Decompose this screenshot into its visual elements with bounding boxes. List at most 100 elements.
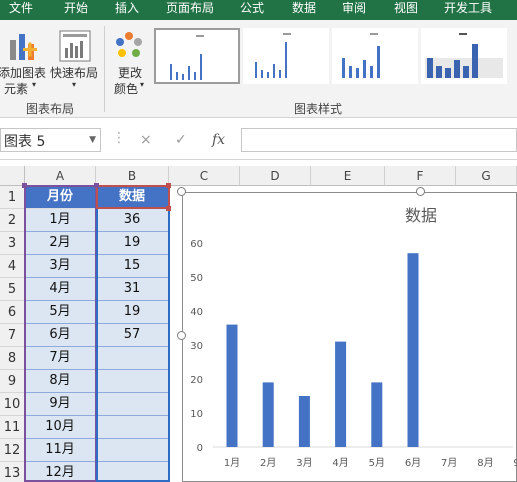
tab-insert[interactable]: 插入 xyxy=(115,0,139,20)
chevron-down-icon: ▾ xyxy=(32,80,37,89)
cell-value[interactable]: 19 xyxy=(96,301,169,324)
y-tick-label: 0 xyxy=(197,443,203,454)
group-label-chart-layout: 图表布局 xyxy=(26,102,75,116)
row-header-12[interactable]: 12 xyxy=(0,439,25,462)
y-tick-label: 30 xyxy=(190,341,203,352)
cell-value[interactable] xyxy=(96,462,169,482)
range-handle[interactable] xyxy=(166,183,171,188)
chart-style-2[interactable] xyxy=(243,28,329,84)
color-palette-icon xyxy=(116,32,142,57)
cell-a1-header[interactable]: 月份 xyxy=(25,186,96,209)
cell-value[interactable]: 19 xyxy=(96,232,169,255)
cell-month[interactable]: 7月 xyxy=(25,347,96,370)
column-header-c[interactable]: C xyxy=(169,166,240,186)
cell-value[interactable]: 15 xyxy=(96,255,169,278)
row-header-5[interactable]: 5 xyxy=(0,278,25,301)
chevron-down-icon: ▾ xyxy=(72,80,77,89)
column-header-a[interactable]: A xyxy=(25,166,96,186)
tab-page-layout[interactable]: 页面布局 xyxy=(166,0,214,20)
bar xyxy=(226,324,238,447)
cell-month[interactable]: 11月 xyxy=(25,439,96,462)
cell-month[interactable]: 5月 xyxy=(25,301,96,324)
chart-resize-handle-top-left[interactable] xyxy=(177,187,186,196)
tab-review[interactable]: 审阅 xyxy=(342,0,366,20)
cell-month[interactable]: 2月 xyxy=(25,232,96,255)
row-header-9[interactable]: 9 xyxy=(0,370,25,393)
row-header-2[interactable]: 2 xyxy=(0,209,25,232)
row-header-8[interactable]: 8 xyxy=(0,347,25,370)
chart-style-3[interactable] xyxy=(332,28,418,84)
chart-resize-handle-top[interactable] xyxy=(416,187,425,196)
tab-file[interactable]: 文件 xyxy=(9,0,33,20)
tab-home[interactable]: 开始 xyxy=(64,0,88,20)
column-header-f[interactable]: F xyxy=(385,166,456,186)
row-header-3[interactable]: 3 xyxy=(0,232,25,255)
cell-month[interactable]: 3月 xyxy=(25,255,96,278)
cancel-icon[interactable]: × xyxy=(140,132,152,148)
chart-style-4[interactable] xyxy=(421,28,507,84)
chart-style-preview-icon xyxy=(342,33,380,78)
cell-month[interactable]: 12月 xyxy=(25,462,96,482)
cell-value[interactable] xyxy=(96,439,169,462)
cell-b1-header[interactable]: 数据 xyxy=(96,186,169,209)
add-chart-element-icon xyxy=(10,34,37,60)
cell-month[interactable]: 10月 xyxy=(25,416,96,439)
column-header-d[interactable]: D xyxy=(240,166,311,186)
y-tick-label: 60 xyxy=(190,239,203,250)
range-handle[interactable] xyxy=(166,206,171,211)
cell-value[interactable] xyxy=(96,416,169,439)
cell-value[interactable]: 31 xyxy=(96,278,169,301)
formula-input[interactable] xyxy=(241,128,517,152)
row-header-1[interactable]: 1 xyxy=(0,186,25,209)
change-colors-label-2: 颜色 xyxy=(114,82,139,96)
chart-style-1[interactable] xyxy=(154,28,240,84)
tab-formulas[interactable]: 公式 xyxy=(240,0,264,20)
row-header-13[interactable]: 13 xyxy=(0,462,25,482)
quick-layout-button[interactable]: 快速布局 ▾ xyxy=(50,28,102,94)
cell-value[interactable] xyxy=(96,393,169,416)
add-chart-element-button[interactable]: 添加图表 元素 ▾ xyxy=(0,28,48,96)
cell-value[interactable]: 57 xyxy=(96,324,169,347)
x-tick-label: 8月 xyxy=(477,457,493,469)
cell-value[interactable] xyxy=(96,370,169,393)
confirm-icon[interactable]: ✓ xyxy=(175,132,187,148)
chart-title: 数据 xyxy=(405,206,437,225)
cell-month[interactable]: 9月 xyxy=(25,393,96,416)
row-header-11[interactable]: 11 xyxy=(0,416,25,439)
x-tick-label: 1月 xyxy=(224,457,240,469)
cell-month[interactable]: 8月 xyxy=(25,370,96,393)
row-header-10[interactable]: 10 xyxy=(0,393,25,416)
change-colors-button[interactable]: 更改 颜色 ▾ xyxy=(108,28,148,96)
row-header-7[interactable]: 7 xyxy=(0,324,25,347)
quick-layout-icon xyxy=(59,30,91,62)
range-handle[interactable] xyxy=(22,183,27,188)
column-header-g[interactable]: G xyxy=(456,166,517,186)
group-label-chart-styles: 图表样式 xyxy=(294,102,343,116)
ribbon: 添加图表 元素 ▾ 快速布局 ▾ 更改 颜色 ▾ 图表布局 图表样式 xyxy=(0,20,517,118)
tab-developer[interactable]: 开发工具 xyxy=(444,0,492,20)
x-tick-label: 5月 xyxy=(369,457,385,469)
insert-function-icon[interactable]: fx xyxy=(212,132,225,148)
tab-data[interactable]: 数据 xyxy=(292,0,316,20)
bar xyxy=(407,253,419,447)
cell-month[interactable]: 6月 xyxy=(25,324,96,347)
chevron-down-icon[interactable]: ▼ xyxy=(89,135,96,145)
row-header-4[interactable]: 4 xyxy=(0,255,25,278)
column-header-e[interactable]: E xyxy=(311,166,385,186)
name-box[interactable]: 图表 5 ▼ xyxy=(0,128,101,152)
change-colors-label-1: 更改 xyxy=(118,66,143,80)
cell-month[interactable]: 1月 xyxy=(25,209,96,232)
range-handle[interactable] xyxy=(94,183,99,188)
cell-month[interactable]: 4月 xyxy=(25,278,96,301)
cell-value[interactable] xyxy=(96,347,169,370)
drag-grip-icon[interactable]: ⋮ xyxy=(112,130,126,146)
x-tick-label: 3月 xyxy=(296,457,312,469)
chart-area[interactable]: 数据 0 10 20 30 40 50 60 1月 2月 3月 4月 5月 6月 7月 8月 9月 xyxy=(182,192,517,482)
column-header-b[interactable]: B xyxy=(96,166,169,186)
chart-resize-handle-left[interactable] xyxy=(177,331,186,340)
cell-value[interactable]: 36 xyxy=(96,209,169,232)
x-tick-label: 6月 xyxy=(405,457,421,469)
tab-view[interactable]: 视图 xyxy=(394,0,418,20)
x-tick-label: 2月 xyxy=(260,457,276,469)
row-header-6[interactable]: 6 xyxy=(0,301,25,324)
